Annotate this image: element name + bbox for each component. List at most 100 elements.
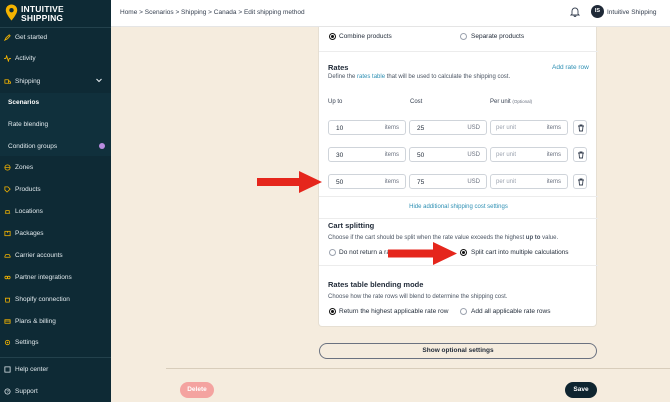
show-optional-settings-button[interactable]: Show optional settings [319, 343, 597, 359]
currency-label: USD [467, 152, 480, 158]
up-to-value: 50 [336, 179, 344, 186]
split-cart-label[interactable]: Split cart into multiple calculations [471, 249, 569, 256]
sidebar-item-rate-blending[interactable]: Rate blending [0, 112, 111, 136]
brand-logo[interactable]: INTUITIVE SHIPPING [5, 3, 105, 25]
cost-value: 75 [417, 179, 425, 186]
per-unit-input[interactable]: per unit items [490, 120, 568, 135]
cart-split-desc-text: Choose if the cart should be split when … [328, 235, 526, 241]
currency-label: USD [467, 179, 480, 185]
currency-label: USD [467, 125, 480, 131]
combine-products-radio[interactable] [329, 33, 336, 40]
add-all-rows-radio[interactable] [460, 308, 467, 315]
sidebar-item-condition-groups[interactable]: Condition groups [0, 136, 111, 156]
blending-mode-title: Rates table blending mode [328, 280, 424, 289]
sidebar-item-label: Condition groups [8, 142, 58, 150]
hide-additional-settings-link[interactable]: Hide additional shipping cost settings [319, 204, 598, 210]
sidebar-item-scenarios[interactable]: Scenarios [0, 93, 111, 112]
col-header-per-unit: Per unit (Optional) [490, 99, 532, 105]
cost-value: 50 [417, 152, 425, 159]
sidebar-item-label: Get started [15, 33, 48, 41]
sidebar-item-label: Partner integrations [15, 273, 72, 281]
sidebar-item-plans-billing[interactable]: Plans & billing [0, 312, 111, 330]
brand-line2: SHIPPING [21, 13, 64, 23]
save-button[interactable]: Save [565, 382, 597, 398]
cart-split-desc-bold: up to [525, 235, 541, 241]
breadcrumb[interactable]: Home > Scenarios > Shipping > Canada > E… [120, 9, 305, 16]
sidebar-item-products[interactable]: Products [0, 180, 111, 198]
delete-button[interactable]: Delete [180, 382, 214, 398]
rates-table-link[interactable]: rates table [357, 74, 385, 80]
avatar[interactable]: IS [591, 5, 604, 18]
up-to-input[interactable]: 50 items [328, 174, 406, 189]
sidebar-item-locations[interactable]: Locations [0, 202, 111, 220]
col-header-cost: Cost [410, 99, 423, 105]
delete-row-button[interactable] [573, 174, 587, 189]
add-all-rows-label[interactable]: Add all applicable rate rows [471, 308, 551, 315]
optional-text: (Optional) [512, 99, 533, 104]
add-rate-row-link[interactable]: Add rate row [552, 64, 589, 71]
trash-icon [578, 124, 584, 132]
cost-input[interactable]: 50 USD [409, 147, 487, 162]
split-cart-radio[interactable] [460, 249, 467, 256]
separate-products-label[interactable]: Separate products [471, 33, 524, 40]
sidebar-item-label: Help center [15, 365, 49, 373]
return-highest-label[interactable]: Return the highest applicable rate row [339, 308, 448, 315]
rocket-icon [4, 33, 11, 41]
user-name[interactable]: Intuitive Shipping [607, 9, 657, 16]
zones-icon [4, 163, 11, 171]
per-unit-input[interactable]: per unit items [490, 147, 568, 162]
package-icon [4, 230, 11, 236]
sidebar-item-activity[interactable]: Activity [0, 49, 111, 67]
delete-row-button[interactable] [573, 147, 587, 162]
rates-desc-text: Define the [328, 74, 358, 80]
sidebar-item-support[interactable]: ? Support [0, 382, 111, 400]
sidebar-divider [0, 357, 111, 358]
do-not-return-radio[interactable] [329, 249, 336, 256]
cost-input[interactable]: 75 USD [409, 174, 487, 189]
sidebar-item-help-center[interactable]: Help center [0, 360, 111, 378]
unit-label: items [384, 125, 399, 131]
divider [319, 265, 598, 266]
per-unit-placeholder: per unit [496, 152, 517, 158]
up-to-input[interactable]: 30 items [328, 147, 406, 162]
sidebar-item-partner-integrations[interactable]: Partner integrations [0, 268, 111, 286]
shopify-icon [4, 297, 11, 303]
carrier-icon [4, 253, 11, 258]
sidebar-item-label: Support [15, 387, 38, 395]
sidebar-item-shopify-connection[interactable]: Shopify connection [0, 290, 111, 308]
sidebar-item-label: Shopify connection [15, 295, 70, 303]
sidebar-item-packages[interactable]: Packages [0, 224, 111, 242]
bell-icon[interactable] [570, 6, 580, 17]
tag-icon [4, 185, 11, 193]
rates-desc-text: that will be used to calculate the shipp… [385, 74, 511, 80]
sidebar-item-shipping[interactable]: Shipping [0, 72, 111, 90]
sidebar: INTUITIVE SHIPPING Get started Activity … [0, 0, 111, 402]
do-not-return-label[interactable]: Do not return a ra [339, 249, 390, 256]
sidebar-item-label: Shipping [15, 77, 41, 85]
up-to-value: 10 [336, 125, 344, 132]
divider [319, 51, 598, 52]
up-to-input[interactable]: 10 items [328, 120, 406, 135]
up-to-value: 30 [336, 152, 344, 159]
unit-label: items [384, 152, 399, 158]
gear-icon [4, 339, 11, 345]
per-unit-input[interactable]: per unit items [490, 174, 568, 189]
unit-label: items [546, 152, 561, 158]
separate-products-radio[interactable] [460, 33, 467, 40]
sidebar-item-zones[interactable]: Zones [0, 158, 111, 176]
combine-products-label[interactable]: Combine products [339, 33, 392, 40]
return-highest-radio[interactable] [329, 308, 336, 315]
shipping-icon [4, 78, 11, 84]
shipping-settings-card: Combine products Separate products Rates… [318, 27, 598, 327]
cost-input[interactable]: 25 USD [409, 120, 487, 135]
sidebar-item-settings[interactable]: Settings [0, 333, 111, 351]
sidebar-item-get-started[interactable]: Get started [0, 28, 111, 46]
red-arrow-annotation-icon [257, 171, 322, 193]
sidebar-item-label: Plans & billing [15, 317, 56, 325]
sidebar-item-carrier-accounts[interactable]: Carrier accounts [0, 246, 111, 264]
rates-description: Define the rates table that will be used… [328, 74, 510, 80]
footer-divider [166, 368, 670, 369]
delete-row-button[interactable] [573, 120, 587, 135]
blending-mode-description: Choose how the rate rows will blend to d… [328, 294, 508, 300]
rates-title: Rates [328, 63, 349, 72]
